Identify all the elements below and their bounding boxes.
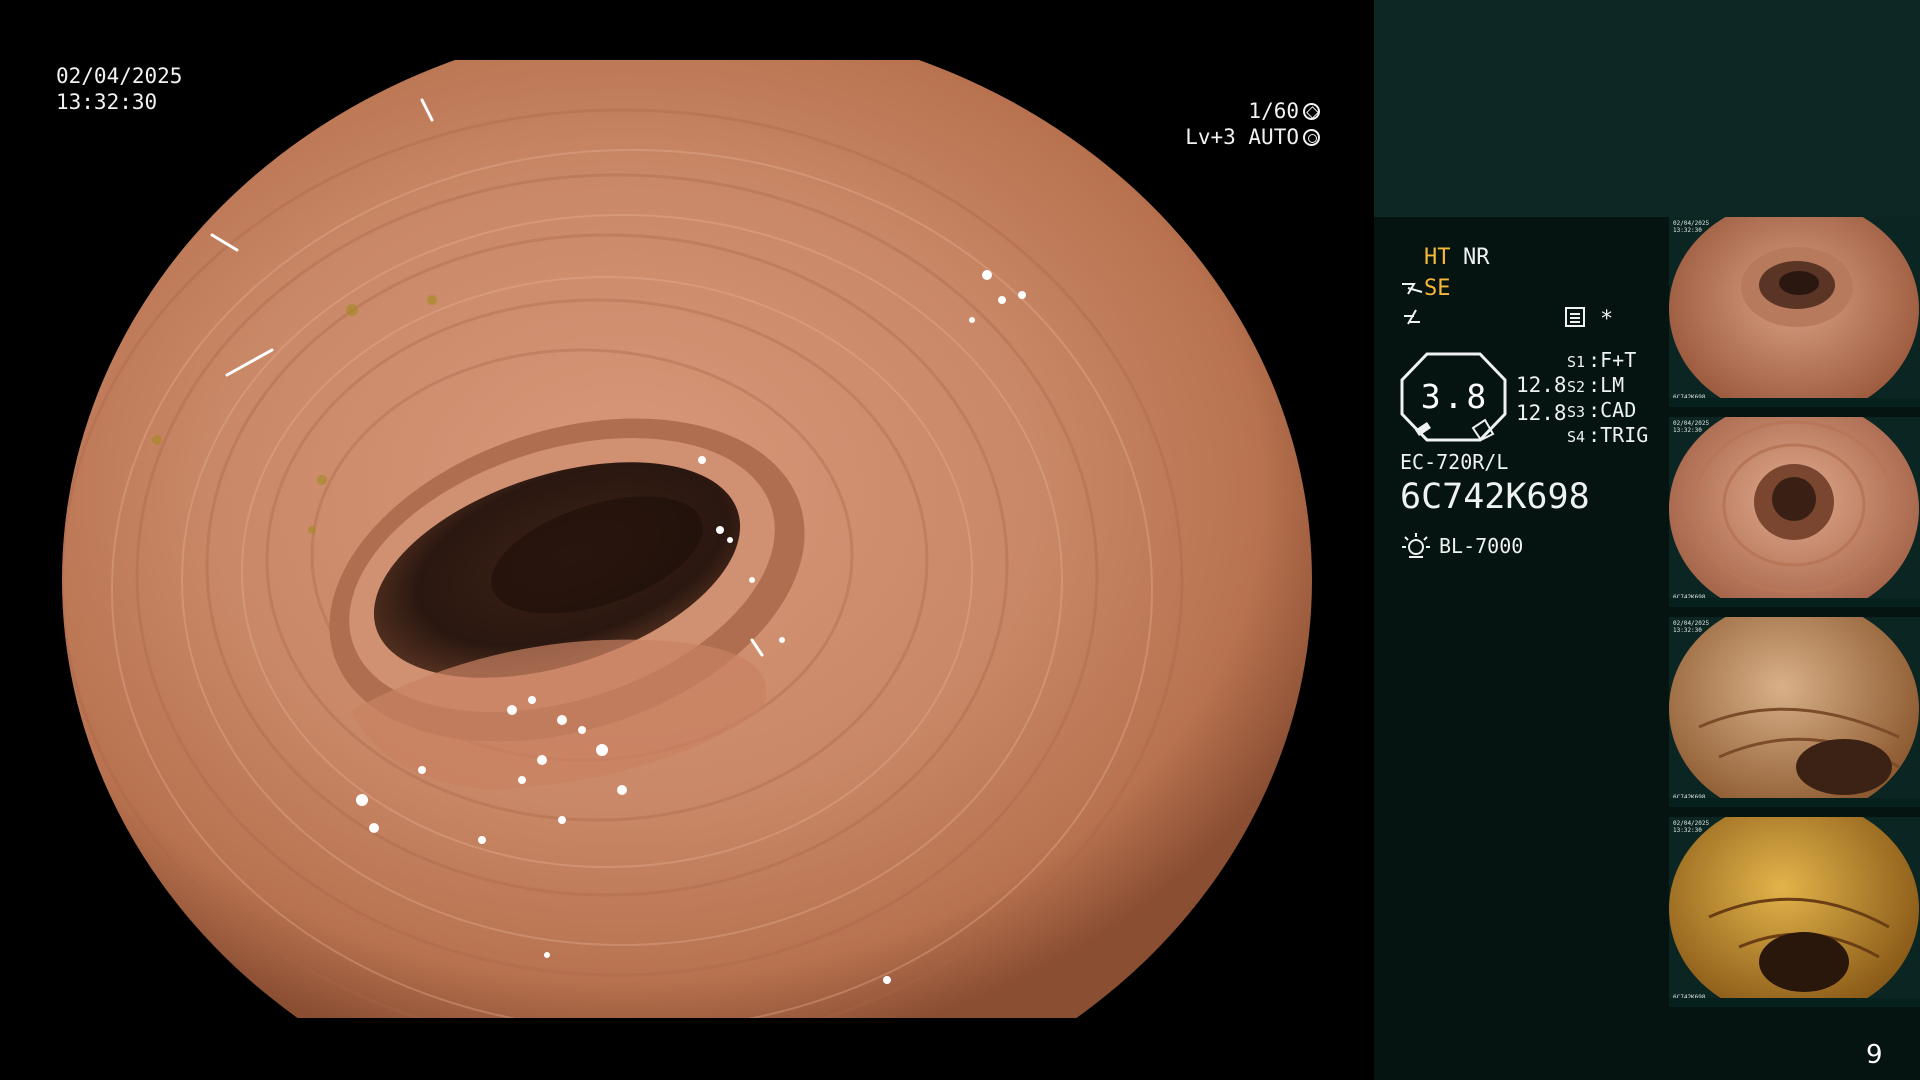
wave-icon [1404,309,1420,325]
thumbnail-time: 13:32:30 [1673,227,1702,234]
thumbnail-time: 13:32:30 [1673,827,1702,834]
thumbnail-image [1669,817,1919,1007]
thumbnail-time: 13:32:30 [1673,627,1702,634]
star-indicator: * [1600,307,1614,332]
switch-assignment-1: S1:F+T [1567,348,1637,372]
shutter-speed: 1/60 [1248,99,1299,123]
thumbnail-footer [1669,398,1920,407]
thumbnail-date: 02/04/2025 [1673,220,1710,227]
scope-serial: 6C742K698 [1400,477,1590,517]
switch-assignment-2: S2:LM [1567,373,1625,397]
thumbnail-time: 13:32:30 [1673,427,1702,434]
switch-value: CAD [1600,398,1637,422]
scope-model: EC-720R/L [1400,450,1509,474]
value-readout-2: 12.8 [1516,401,1567,425]
thumbnail-footer [1669,598,1920,607]
switch-value: F+T [1600,348,1637,372]
thumbnail-footer [1669,998,1920,1007]
ht-indicator: HT [1424,245,1451,270]
thumbnail-date: 02/04/2025 [1673,820,1710,827]
se-indicator: SE [1424,276,1451,301]
capture-time: 13:32:30 [56,90,158,114]
switch-value: LM [1600,373,1625,397]
light-source-icon [1402,533,1430,558]
value-readout-1: 12.8 [1516,373,1567,397]
thumbnail-image [1669,617,1919,807]
endoscopic-main-image [62,60,1312,1018]
switch-assignment-4: S4:TRIG [1567,423,1649,447]
endoscopy-screen: 02/04/2025 13:32:30 1/60 Lv+3 AUTO HT NR… [0,0,1920,1080]
capture-date: 02/04/2025 [56,64,183,88]
thumbnail-date: 02/04/2025 [1673,420,1710,427]
capture-thumbnail[interactable]: 02/04/2025 13:32:30 6C742K698 [1669,617,1920,807]
thumbnail-date: 02/04/2025 [1673,620,1710,627]
switch-key: S1 [1567,353,1586,371]
capture-thumbnail[interactable]: 02/04/2025 13:32:30 6C742K698 [1669,217,1920,407]
memo-icon [1565,307,1585,327]
thumbnail-footer [1669,798,1920,807]
aperture-icon [1303,102,1320,120]
exposure-readout: 1/60 Lv+3 AUTO [1185,98,1320,150]
thumbnail-image [1669,417,1919,607]
switch-key: S4 [1567,428,1586,446]
exposure-mode-icon [1303,128,1320,146]
se-icon [1402,283,1423,295]
capture-thumbnail[interactable]: 02/04/2025 13:32:30 6C742K698 [1669,817,1920,1007]
page-number: 9 [1866,1040,1883,1070]
capture-timestamp: 02/04/2025 13:32:30 [56,63,182,115]
panel-header [1374,0,1920,217]
switch-key: S3 [1567,403,1586,421]
nr-indicator: NR [1463,245,1490,270]
level-auto: Lv+3 AUTO [1185,125,1299,149]
gauge-value: 3.8 [1420,377,1490,416]
capture-thumbnail[interactable]: 02/04/2025 13:32:30 6C742K698 [1669,417,1920,607]
thumbnail-image [1669,217,1919,407]
light-source-model: BL-7000 [1439,534,1524,558]
switch-key: S2 [1567,378,1586,396]
colon-lumen-illustration [62,60,1312,1018]
switch-value: TRIG [1600,423,1649,447]
switch-assignment-3: S3:CAD [1567,398,1637,422]
